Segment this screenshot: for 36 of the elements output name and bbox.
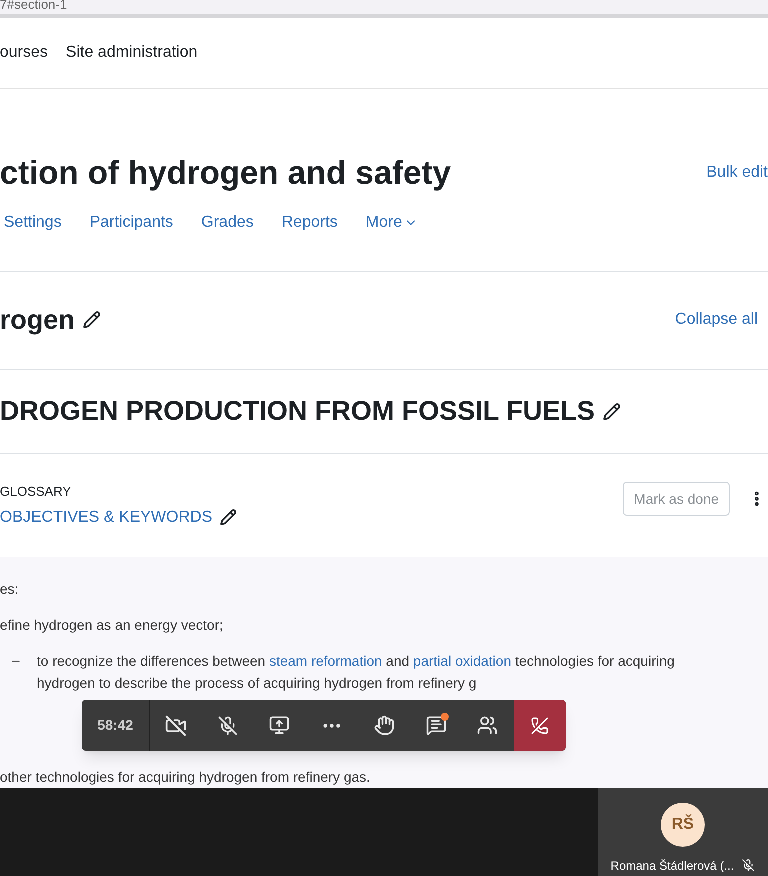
- inline-link[interactable]: steam reformation: [269, 653, 382, 670]
- objective-text: other technologies for acquiring hydrogen from refinery gas.: [0, 768, 370, 788]
- course-tab[interactable]: More: [366, 210, 418, 235]
- course-title: ction of hydrogen and safety: [0, 152, 452, 193]
- pencil-icon[interactable]: [83, 311, 102, 330]
- mic-muted-icon[interactable]: [218, 716, 238, 736]
- pencil-icon[interactable]: [220, 509, 238, 526]
- activity-link[interactable]: OBJECTIVES & KEYWORDS: [0, 506, 212, 530]
- nav-link[interactable]: Site administration: [66, 40, 198, 65]
- hang-up-button[interactable]: [514, 700, 566, 751]
- camera-off-icon[interactable]: [165, 714, 188, 736]
- chat-icon[interactable]: [426, 715, 447, 736]
- participant-name: Romana Štádlerová (...: [610, 858, 734, 875]
- nav-link[interactable]: ourses: [0, 40, 48, 65]
- pencil-icon[interactable]: [603, 402, 622, 421]
- call-timer: 58:42: [82, 700, 150, 751]
- bulk-edit-link[interactable]: Bulk edit: [706, 160, 768, 185]
- subsection-title: DROGEN PRODUCTION FROM FOSSIL FUELS: [0, 395, 596, 428]
- section-title: rogen: [0, 304, 76, 338]
- mark-as-done-button[interactable]: Mark as done: [623, 482, 730, 516]
- list-marker: –: [11, 651, 21, 670]
- inline-link[interactable]: partial oxidation: [413, 653, 512, 670]
- phone-icon: [531, 716, 549, 734]
- course-tab[interactable]: Reports: [282, 210, 338, 235]
- objective-text: efine hydrogen as an energy vector;: [0, 616, 224, 636]
- content-text: es:: [0, 580, 20, 600]
- objective-text: to recognize the differences between steam reformation and partial oxidation technologies for acquiring hydrogen to describe the process of acquiring hydrogen from refinery g: [37, 652, 676, 694]
- activity-type: GLOSSARY: [0, 483, 72, 502]
- people-icon[interactable]: [477, 715, 498, 736]
- course-tab[interactable]: Grades: [201, 210, 254, 235]
- course-tab[interactable]: Settings: [4, 210, 62, 235]
- raise-hand-icon[interactable]: [374, 715, 395, 736]
- avatar: RŠ: [661, 802, 705, 847]
- share-screen-icon[interactable]: [269, 715, 290, 736]
- collapse-all-link[interactable]: Collapse all: [675, 308, 758, 332]
- course-tab[interactable]: Participants: [90, 210, 174, 235]
